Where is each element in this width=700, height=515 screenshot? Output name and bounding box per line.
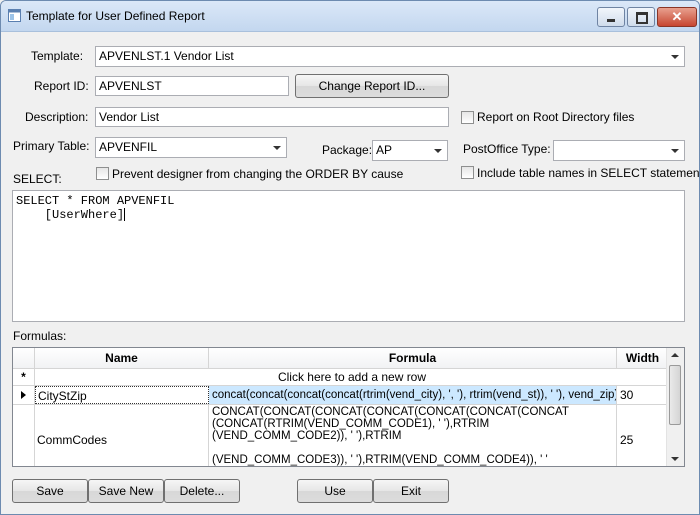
formula-line: [212, 442, 616, 454]
save-button[interactable]: Save: [12, 479, 88, 503]
formulas-grid[interactable]: Name Formula Width * Click here to add a…: [12, 347, 685, 467]
package-combobox[interactable]: AP: [372, 140, 448, 161]
column-header-width[interactable]: Width: [617, 348, 669, 368]
column-header-name[interactable]: Name: [35, 348, 209, 368]
delete-button[interactable]: Delete...: [164, 479, 240, 503]
cell-width[interactable]: 25: [617, 405, 669, 466]
app-icon: [8, 9, 21, 22]
chevron-down-icon: [434, 149, 442, 153]
save-new-button[interactable]: Save New: [88, 479, 164, 503]
text-caret: [124, 208, 126, 222]
postoffice-type-label: PostOffice Type:: [463, 142, 551, 156]
template-label: Template:: [31, 49, 84, 63]
sql-line: SELECT * FROM APVENFIL: [16, 194, 175, 208]
formula-line: CONCAT(CONCAT(CONCAT(CONCAT(CONCAT(CONCA…: [212, 406, 569, 418]
close-icon: ✕: [671, 9, 683, 24]
report-id-label: Report ID:: [34, 79, 89, 93]
formula-line: (VEND_COMM_CODE3)), ' '),RTRIM(VEND_COMM…: [212, 454, 548, 466]
root-dir-label: Report on Root Directory files: [477, 110, 635, 124]
row-header: [13, 405, 35, 466]
chevron-down-icon: [273, 146, 281, 150]
cell-formula[interactable]: concat(concat(concat(concat(rtrim(vend_c…: [209, 386, 617, 404]
column-header-formula[interactable]: Formula: [209, 348, 617, 368]
report-template-window: Template for User Defined Report ✕ Templ…: [0, 0, 700, 515]
description-field[interactable]: Vendor List: [95, 107, 449, 127]
table-row[interactable]: CommCodes CONCAT(CONCAT(CONCAT(CONCAT(CO…: [13, 405, 669, 466]
maximize-button[interactable]: [627, 7, 655, 27]
new-row[interactable]: * Click here to add a new row: [13, 368, 669, 386]
description-label: Description:: [25, 110, 89, 124]
prevent-order-by-label: Prevent designer from changing the ORDER…: [112, 167, 404, 181]
root-dir-checkbox[interactable]: [461, 111, 474, 124]
new-row-hint: Click here to add a new row: [277, 370, 427, 384]
table-row[interactable]: CityStZip concat(concat(concat(concat(rt…: [13, 386, 669, 405]
sql-line: [UserWhere]: [16, 208, 125, 222]
sql-editor[interactable]: SELECT * FROM APVENFIL [UserWhere]: [12, 190, 685, 322]
close-button[interactable]: ✕: [657, 7, 697, 27]
primary-table-value: APVENFIL: [99, 140, 158, 154]
cell-width[interactable]: 30: [617, 386, 669, 404]
maximize-icon: [628, 8, 654, 26]
asterisk-icon: *: [13, 368, 35, 385]
formulas-label: Formulas:: [13, 329, 67, 343]
scroll-down-icon[interactable]: [671, 457, 679, 461]
formula-line: (VEND_COMM_CODE2)), ' '),RTRIM: [212, 430, 402, 442]
scroll-thumb[interactable]: [669, 365, 681, 425]
exit-button[interactable]: Exit: [373, 479, 449, 503]
window-title: Template for User Defined Report: [26, 9, 205, 23]
title-bar: Template for User Defined Report ✕: [1, 1, 699, 32]
scroll-up-icon[interactable]: [671, 353, 679, 357]
primary-table-combobox[interactable]: APVENFIL: [95, 137, 287, 158]
template-combobox[interactable]: APVENLST.1 Vendor List: [95, 46, 685, 67]
template-value: APVENLST.1 Vendor List: [99, 49, 234, 63]
formula-line: (CONCAT(RTRIM(VEND_COMM_CODE1), ' '),RTR…: [212, 418, 490, 430]
grid-scrollbar[interactable]: [666, 348, 684, 466]
row-header-corner: [13, 348, 35, 368]
package-value: AP: [376, 143, 393, 157]
change-report-id-button[interactable]: Change Report ID...: [295, 74, 449, 98]
select-label: SELECT:: [13, 172, 62, 186]
description-value: Vendor List: [99, 110, 160, 124]
report-id-value: APVENLST: [99, 79, 162, 93]
row-pointer-icon: [21, 391, 26, 399]
report-id-field[interactable]: APVENLST: [95, 76, 289, 96]
include-table-names-checkbox[interactable]: [461, 166, 474, 179]
cell-name[interactable]: CityStZip: [35, 386, 209, 404]
grid-header: Name Formula Width: [13, 348, 669, 369]
cell-formula[interactable]: CONCAT(CONCAT(CONCAT(CONCAT(CONCAT(CONCA…: [209, 405, 617, 466]
package-label: Package:: [322, 143, 373, 157]
chevron-down-icon: [671, 55, 679, 59]
chevron-down-icon: [671, 149, 679, 153]
prevent-order-by-checkbox[interactable]: [96, 167, 109, 180]
minimize-button[interactable]: [597, 7, 625, 27]
postoffice-type-combobox[interactable]: [553, 140, 685, 161]
cell-name[interactable]: CommCodes: [35, 405, 209, 466]
row-header: [13, 386, 35, 404]
minimize-icon: [598, 8, 624, 26]
primary-table-label: Primary Table:: [13, 139, 90, 153]
include-table-names-label: Include table names in SELECT statement: [477, 166, 700, 180]
use-button[interactable]: Use: [297, 479, 373, 503]
